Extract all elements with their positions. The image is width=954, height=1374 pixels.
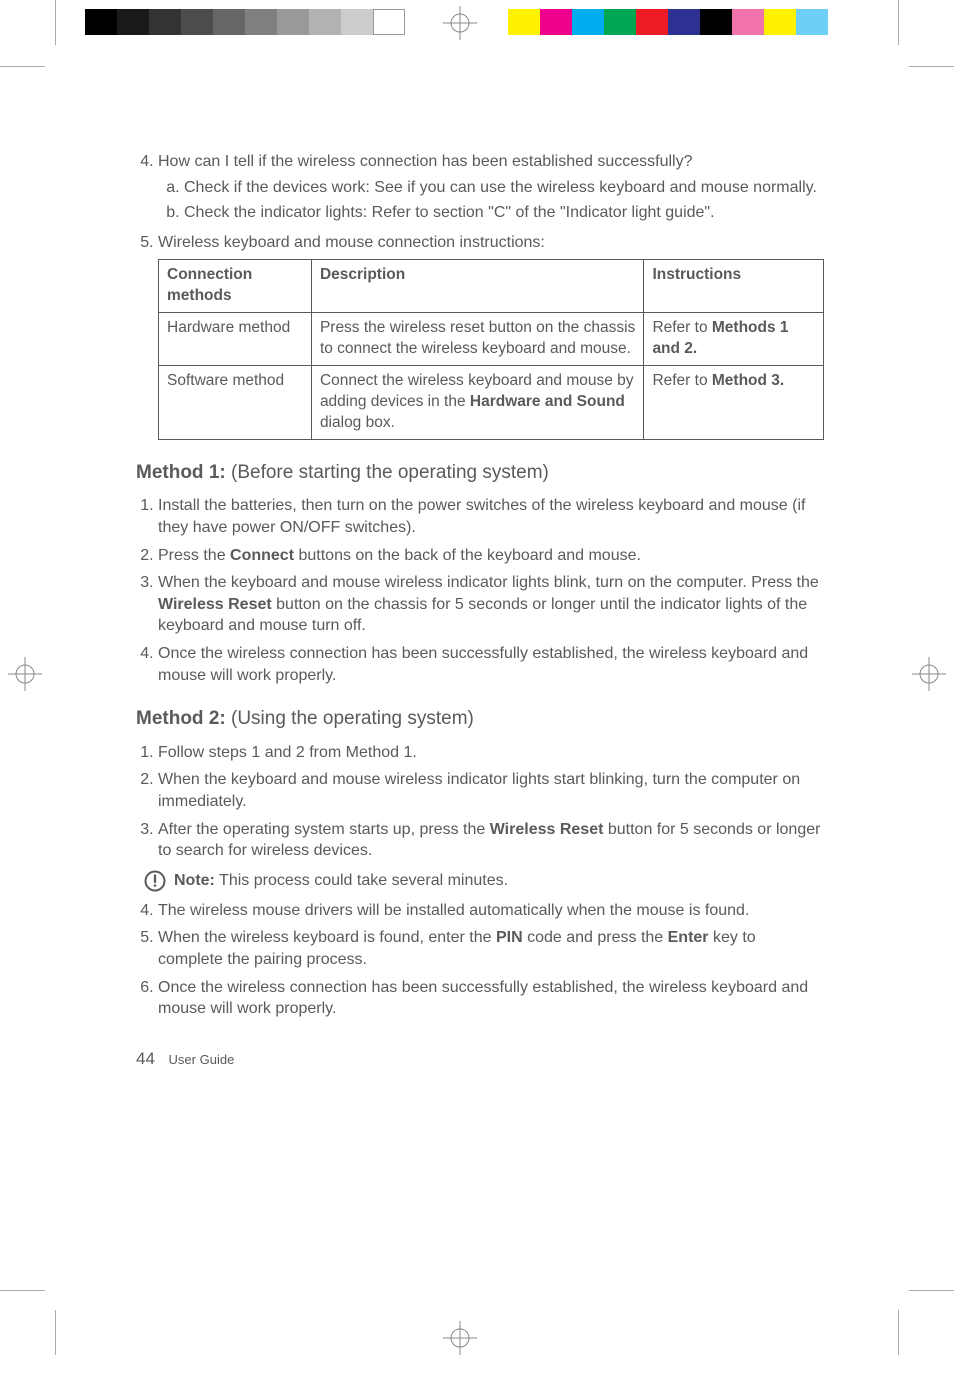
cell-software-desc: Connect the wireless keyboard and mouse … <box>311 366 644 440</box>
faq-4-a: Check if the devices work: See if you ca… <box>184 177 824 199</box>
m2-step-2: When the keyboard and mouse wireless ind… <box>158 769 824 812</box>
cell-hardware-method: Hardware method <box>159 313 312 366</box>
faq-item-5: Wireless keyboard and mouse connection i… <box>158 232 824 254</box>
method-1-heading: Method 1: (Before starting the operating… <box>136 460 824 486</box>
method-2-heading: Method 2: (Using the operating system) <box>136 706 824 732</box>
cell-hardware-desc: Press the wireless reset button on the c… <box>311 313 644 366</box>
note-text: Note: This process could take several mi… <box>174 870 508 892</box>
m2-step-1: Follow steps 1 and 2 from Method 1. <box>158 742 824 764</box>
table-row: Hardware method Press the wireless reset… <box>159 313 824 366</box>
m1-step-3: When the keyboard and mouse wireless ind… <box>158 572 824 637</box>
page-content: How can I tell if the wireless connectio… <box>0 0 954 1151</box>
page-number: 44 <box>136 1049 155 1068</box>
cell-software-method: Software method <box>159 366 312 440</box>
note-callout: Note: This process could take several mi… <box>144 870 824 892</box>
crop-mark <box>898 1310 899 1355</box>
attention-icon <box>144 870 166 892</box>
th-methods: Connection methods <box>167 266 252 304</box>
footer-label: User Guide <box>169 1052 235 1067</box>
m2-step-3: After the operating system starts up, pr… <box>158 819 824 862</box>
crop-mark <box>55 1310 56 1355</box>
th-description: Description <box>320 266 405 283</box>
table-row: Software method Connect the wireless key… <box>159 366 824 440</box>
m2-step-5: When the wireless keyboard is found, ent… <box>158 927 824 970</box>
m1-step-1: Install the batteries, then turn on the … <box>158 495 824 538</box>
faq-5-text: Wireless keyboard and mouse connection i… <box>158 234 545 251</box>
crop-mark <box>0 1290 45 1291</box>
th-instructions: Instructions <box>652 266 741 283</box>
crop-mark <box>909 1290 954 1291</box>
faq-item-4: How can I tell if the wireless connectio… <box>158 151 824 224</box>
page-footer: 44 User Guide <box>136 1048 824 1071</box>
cell-hardware-instr: Refer to Methods 1 and 2. <box>644 313 824 366</box>
connection-methods-table: Connection methods Description Instructi… <box>158 259 824 439</box>
regmark-bottom <box>443 1321 477 1355</box>
m1-step-4: Once the wireless connection has been su… <box>158 643 824 686</box>
m1-step-2: Press the Connect buttons on the back of… <box>158 545 824 567</box>
m2-step-6: Once the wireless connection has been su… <box>158 977 824 1020</box>
faq-4-text: How can I tell if the wireless connectio… <box>158 153 693 170</box>
m2-step-4: The wireless mouse drivers will be insta… <box>158 900 824 922</box>
cell-software-instr: Refer to Method 3. <box>644 366 824 440</box>
faq-4-b: Check the indicator lights: Refer to sec… <box>184 202 824 224</box>
